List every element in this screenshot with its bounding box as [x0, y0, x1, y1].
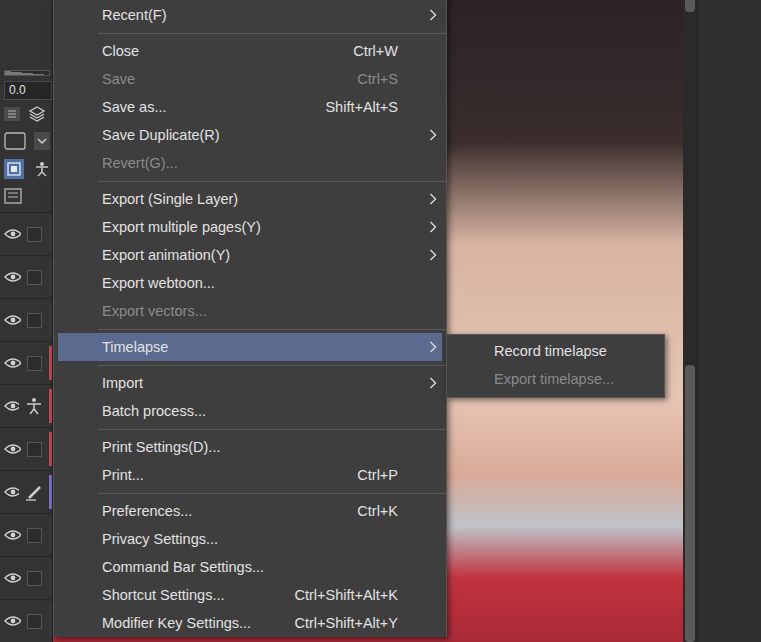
menu-item[interactable]: Timelapse [58, 333, 442, 361]
menu-item[interactable]: Privacy Settings... [58, 525, 442, 553]
chevron-right-icon [429, 249, 437, 261]
menu-item[interactable]: Shortcut Settings...Ctrl+Shift+Alt+K [58, 581, 442, 609]
layer-row[interactable] [0, 384, 52, 427]
eye-icon[interactable] [4, 615, 21, 627]
menu-item[interactable]: Modifier Key Settings...Ctrl+Shift+Alt+Y [58, 609, 442, 637]
menu-item[interactable]: Print Settings(D)... [58, 433, 442, 461]
dropdown-icon[interactable] [34, 132, 50, 150]
layer-checkbox[interactable] [27, 270, 42, 285]
layer-row[interactable] [0, 427, 52, 470]
menu-separator [54, 325, 446, 333]
clip-icon [7, 162, 21, 176]
scrollbar-thumb[interactable] [685, 365, 695, 642]
chevron-right-icon [429, 221, 437, 233]
menu-item[interactable]: Export animation(Y) [58, 241, 442, 269]
figure-icon [34, 161, 50, 177]
layer-row[interactable] [0, 513, 52, 556]
menu-separator [54, 489, 446, 497]
menu-item[interactable]: Recent(F) [58, 1, 442, 29]
menu-item[interactable]: CloseCtrl+W [58, 37, 442, 65]
menu-item[interactable]: Save Duplicate(R) [58, 121, 442, 149]
menu-item[interactable]: Command Bar Settings... [58, 553, 442, 581]
layer-checkbox[interactable] [27, 227, 42, 242]
menu-separator [54, 425, 446, 433]
shape-icon[interactable] [4, 132, 26, 150]
chevron-right-icon [429, 129, 437, 141]
layer-checkbox[interactable] [27, 356, 42, 371]
eye-icon[interactable] [4, 572, 21, 584]
timelapse-submenu: Record timelapseExport timelapse... [446, 334, 665, 398]
layers-icon[interactable] [28, 105, 46, 123]
menu-item[interactable]: Batch process... [58, 397, 442, 425]
eye-icon[interactable] [4, 400, 19, 412]
opacity-slider[interactable] [4, 70, 50, 76]
menu-separator [54, 361, 446, 369]
tool-button[interactable] [32, 159, 52, 179]
menu-separator [54, 29, 446, 37]
menu-separator [54, 177, 446, 185]
eye-icon[interactable] [4, 443, 21, 455]
eye-icon[interactable] [4, 228, 21, 240]
layer-row[interactable] [0, 341, 52, 384]
figure-icon [25, 397, 43, 415]
panel-icon[interactable] [4, 188, 22, 204]
chevron-right-icon [429, 193, 437, 205]
eye-icon[interactable] [4, 271, 21, 283]
submenu-item[interactable]: Export timelapse... [447, 365, 664, 393]
layer-row[interactable] [0, 298, 52, 341]
layer-row[interactable] [0, 212, 52, 255]
layer-row[interactable] [0, 470, 52, 513]
app-window: 0.0 Recent(F) CloseCtrl+WSaveCtrl+SSave as… [0, 0, 761, 642]
layer-checkbox[interactable] [27, 528, 42, 543]
layer-checkbox[interactable] [27, 442, 42, 457]
menu-item[interactable]: Export (Single Layer) [58, 185, 442, 213]
layer-row[interactable] [0, 556, 52, 599]
eye-icon[interactable] [4, 314, 21, 326]
side-panel [697, 0, 761, 642]
menu-item[interactable]: Import [58, 369, 442, 397]
eye-icon[interactable] [4, 529, 21, 541]
tool-button[interactable] [4, 159, 24, 179]
menu-item[interactable]: Preferences...Ctrl+K [58, 497, 442, 525]
menu-item[interactable]: Export multiple pages(Y) [58, 213, 442, 241]
layer-checkbox[interactable] [27, 614, 42, 629]
eye-icon[interactable] [4, 486, 19, 498]
list-icon[interactable] [4, 107, 20, 121]
chevron-right-icon [429, 9, 437, 21]
scrollbar[interactable] [683, 0, 697, 642]
menu-item[interactable]: Export vectors... [58, 297, 442, 325]
chevron-right-icon [429, 341, 437, 353]
menu-item[interactable]: Print...Ctrl+P [58, 461, 442, 489]
menu-item[interactable]: Export webtoon... [58, 269, 442, 297]
menu-item[interactable]: Revert(G)... [58, 149, 442, 177]
eye-icon[interactable] [4, 357, 21, 369]
layer-checkbox[interactable] [27, 571, 42, 586]
pen-icon [25, 483, 43, 501]
menu-item[interactable]: SaveCtrl+S [58, 65, 442, 93]
layer-checkbox[interactable] [27, 313, 42, 328]
submenu-item[interactable]: Record timelapse [447, 337, 664, 365]
layer-list [0, 212, 52, 642]
layer-row[interactable] [0, 255, 52, 298]
layer-row[interactable] [0, 599, 52, 642]
layer-panel: 0.0 [0, 0, 53, 642]
file-menu: Recent(F) CloseCtrl+WSaveCtrl+SSave as...… [53, 0, 447, 637]
value-field[interactable]: 0.0 [4, 81, 52, 100]
menu-item[interactable]: Save as...Shift+Alt+S [58, 93, 442, 121]
chevron-right-icon [429, 377, 437, 389]
